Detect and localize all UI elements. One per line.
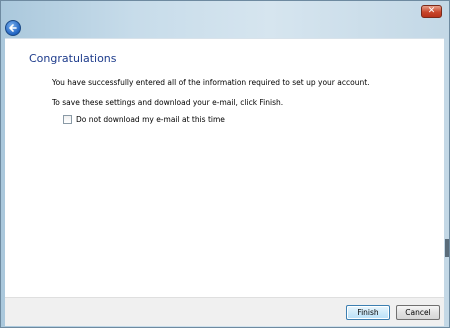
success-message: You have successfully entered all of the… [52, 78, 370, 87]
cancel-button[interactable]: Cancel [396, 305, 440, 320]
no-download-option[interactable]: Do not download my e-mail at this time [63, 115, 225, 124]
instruction-message: To save these settings and download your… [52, 98, 284, 107]
wizard-content: Congratulations You have successfully en… [5, 38, 444, 297]
no-download-label[interactable]: Do not download my e-mail at this time [76, 115, 225, 124]
no-download-checkbox[interactable] [63, 115, 72, 124]
close-icon: ✕ [427, 6, 436, 16]
back-arrow-icon [9, 24, 17, 32]
page-title: Congratulations [29, 52, 117, 65]
button-bar: Finish Cancel [5, 297, 444, 326]
finish-button[interactable]: Finish [346, 305, 390, 320]
back-button[interactable] [5, 20, 21, 36]
wizard-window: ✕ Congratulations You have successfully … [0, 0, 450, 328]
close-button[interactable]: ✕ [421, 5, 442, 18]
resize-grip[interactable] [445, 239, 449, 257]
